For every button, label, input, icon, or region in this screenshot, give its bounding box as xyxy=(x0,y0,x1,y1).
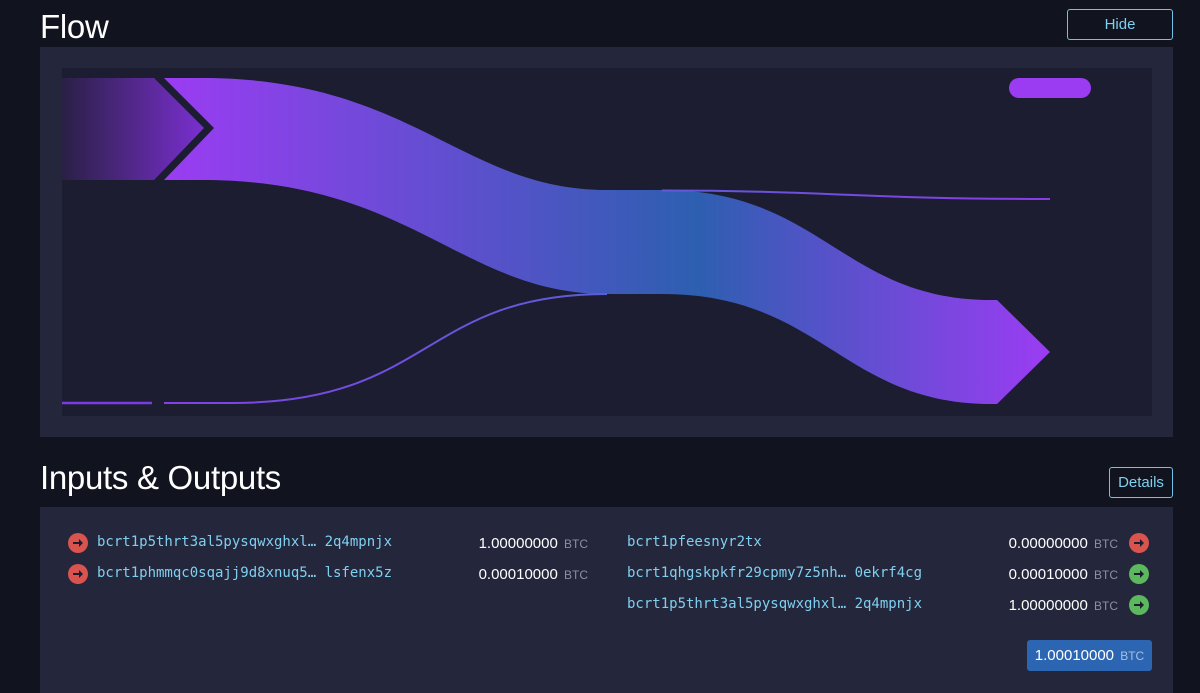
flow-title: Flow xyxy=(40,8,109,45)
input-amount: 0.00010000 BTC xyxy=(478,566,588,583)
hide-diagram-button[interactable]: Hide diagram xyxy=(1067,9,1173,62)
input-address[interactable]: bcrt1p5thrt3al5pysqwxghxl… 2q4mpnjx xyxy=(97,534,392,550)
inputs-outputs-title: Inputs & Outputs xyxy=(40,459,282,496)
arrow-right-icon[interactable] xyxy=(1129,564,1149,584)
main-flow-band xyxy=(164,78,1050,404)
input-row-2: bcrt1phmmqc0sqajj9d8xnuq5… lsfenx5z 0.00… xyxy=(68,562,588,586)
input-address[interactable]: bcrt1phmmqc0sqajj9d8xnuq5… lsfenx5z xyxy=(97,565,392,581)
flow-panel xyxy=(40,47,1173,437)
arrow-right-icon[interactable] xyxy=(1129,595,1149,615)
output-address[interactable]: bcrt1pfeesnyr2tx xyxy=(627,534,762,550)
output-amount: 1.00000000 BTC xyxy=(1008,597,1118,614)
output-row-3: bcrt1p5thrt3al5pysqwxghxl… 2q4mpnjx 1.00… xyxy=(627,593,1149,617)
output-amount: 0.00000000 BTC xyxy=(1008,535,1118,552)
flow-diagram xyxy=(62,68,1152,416)
fee-marker xyxy=(1009,78,1091,98)
inputs-outputs-panel: bcrt1p5thrt3al5pysqwxghxl… 2q4mpnjx 1.00… xyxy=(40,507,1173,693)
output-address[interactable]: bcrt1qhgskpkfr29cpmy7z5nh… 0ekrf4cg xyxy=(627,565,922,581)
arrow-right-icon[interactable] xyxy=(68,564,88,584)
flow-diagram-svg xyxy=(62,78,1091,405)
arrow-right-icon[interactable] xyxy=(68,533,88,553)
details-button[interactable]: Details xyxy=(1109,467,1173,498)
input-flow-2-curve xyxy=(164,293,608,404)
output-row-2: bcrt1qhgskpkfr29cpmy7z5nh… 0ekrf4cg 0.00… xyxy=(627,562,1149,586)
input-row-1: bcrt1p5thrt3al5pysqwxghxl… 2q4mpnjx 1.00… xyxy=(68,531,588,555)
input-amount: 1.00000000 BTC xyxy=(478,535,588,552)
arrow-right-icon[interactable] xyxy=(1129,533,1149,553)
output-row-1: bcrt1pfeesnyr2tx 0.00000000 BTC xyxy=(627,531,1149,555)
total-amount-badge: 1.00010000 BTC xyxy=(1027,640,1152,671)
output-amount: 0.00010000 BTC xyxy=(1008,566,1118,583)
output-address[interactable]: bcrt1p5thrt3al5pysqwxghxl… 2q4mpnjx xyxy=(627,596,922,612)
